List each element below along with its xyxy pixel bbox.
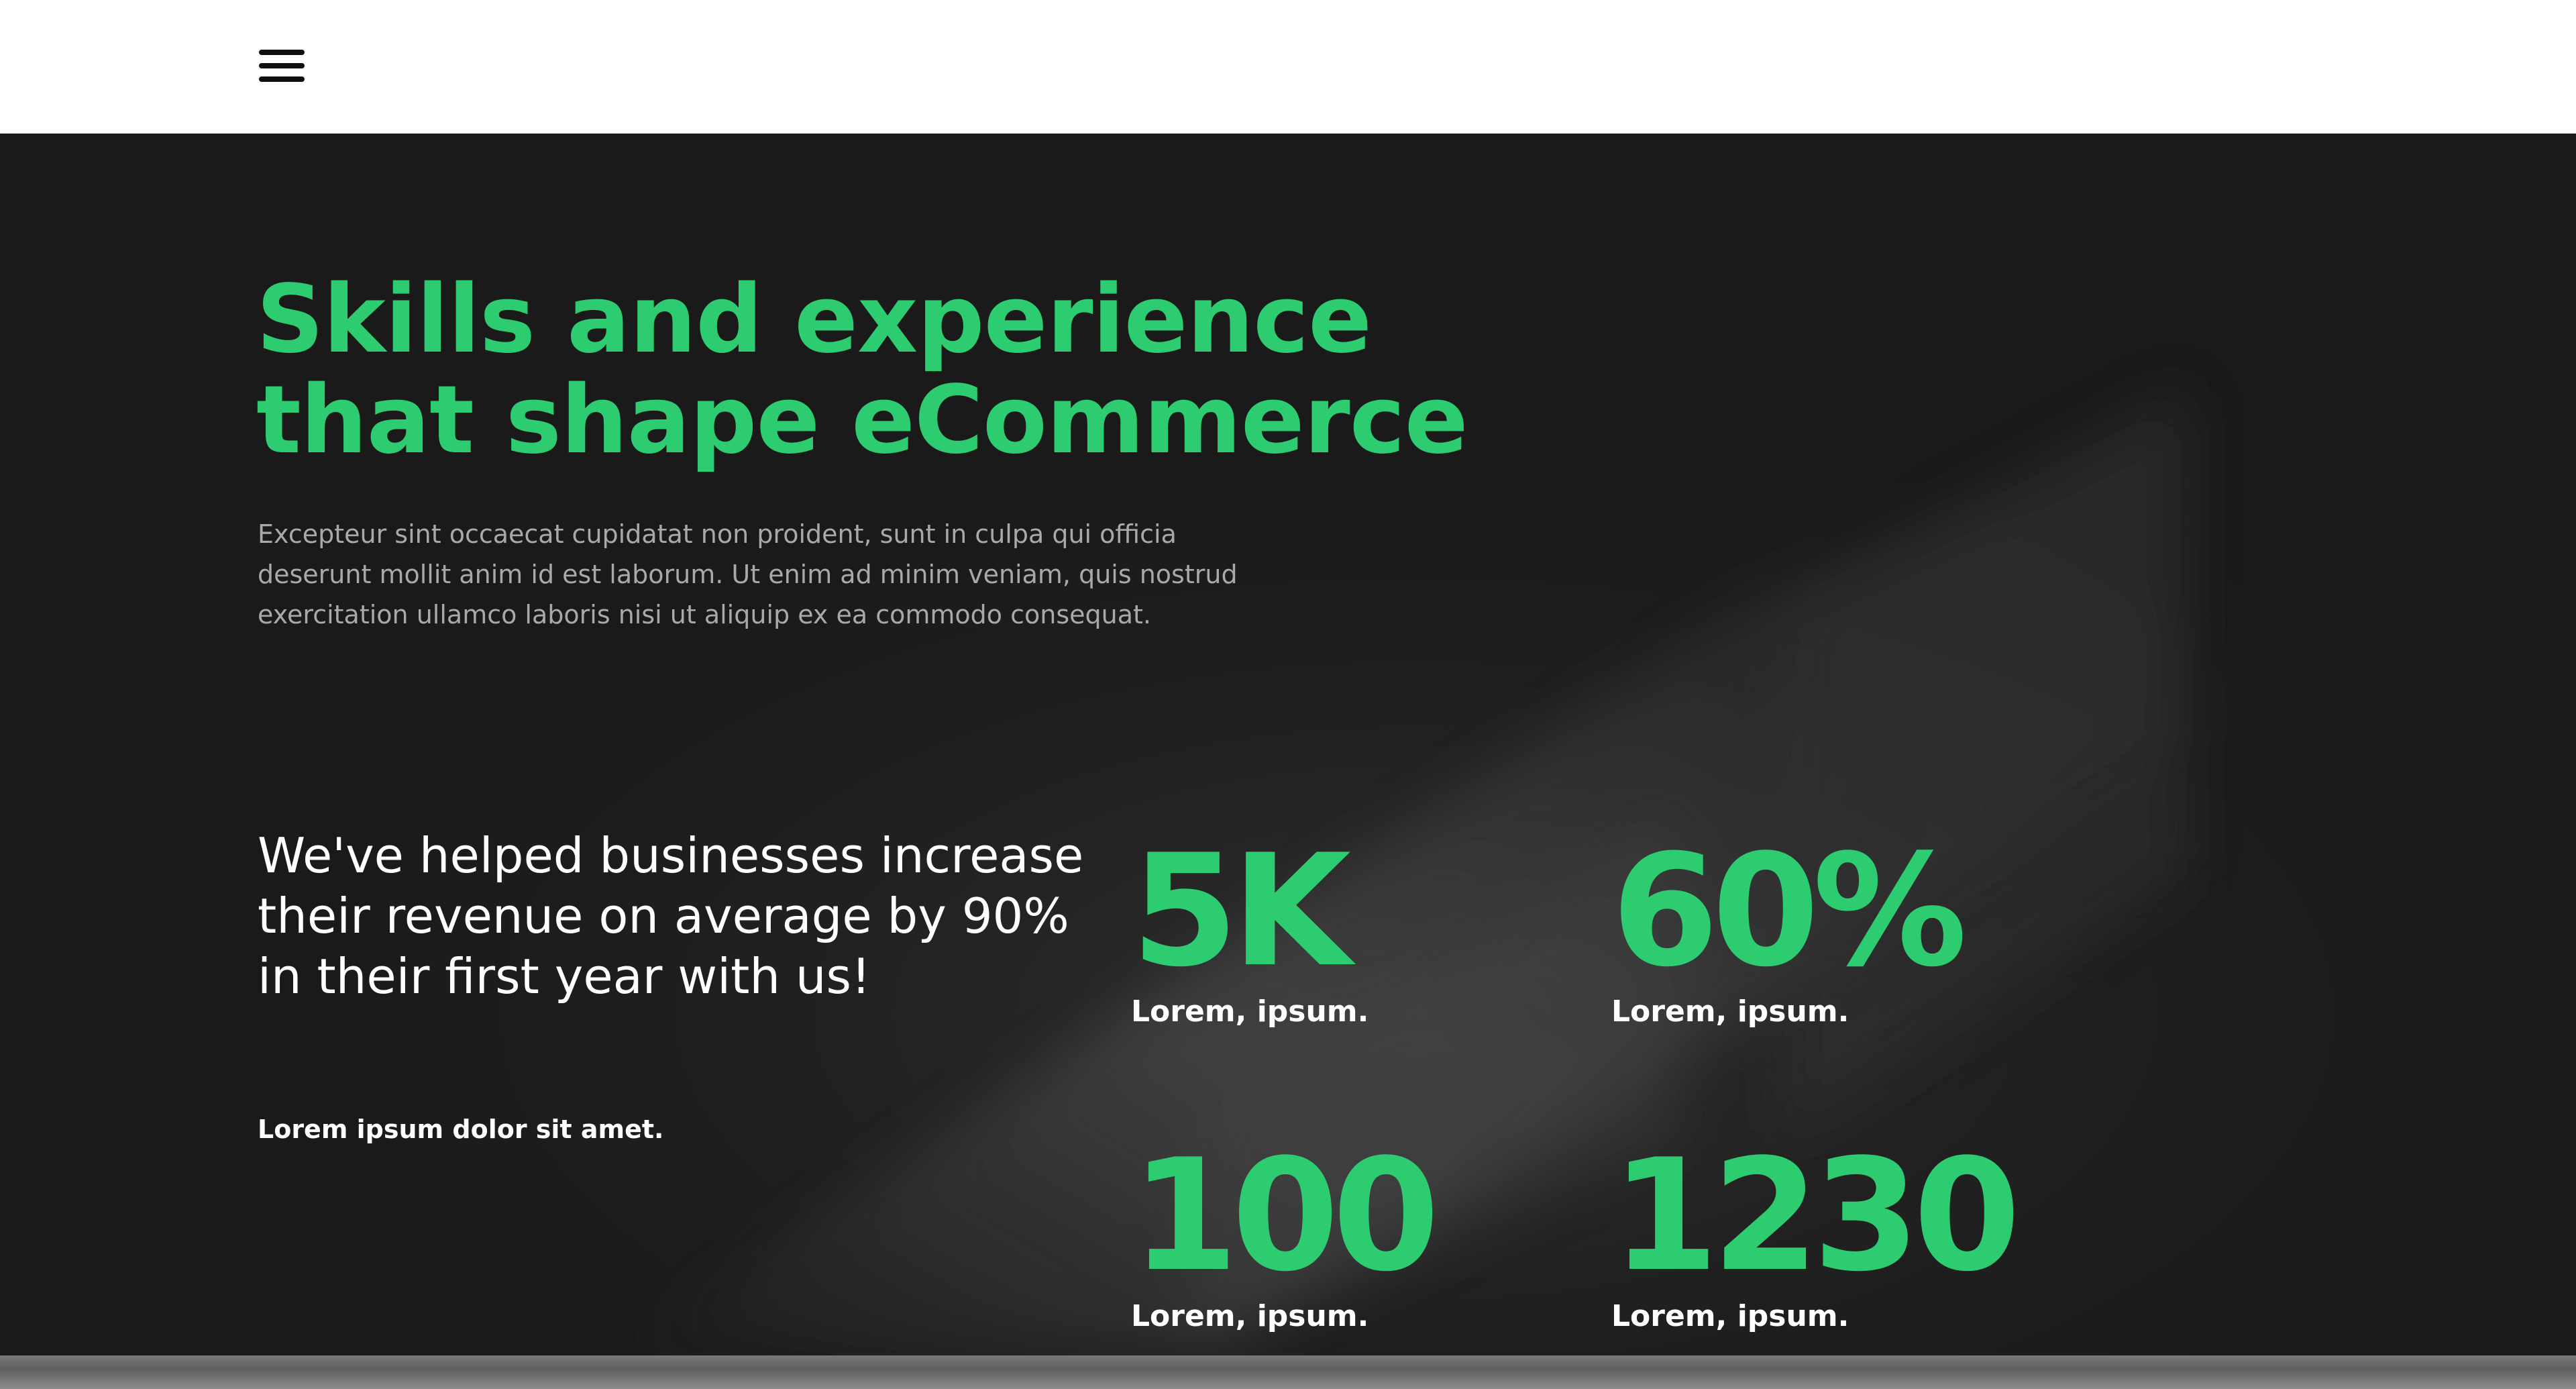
stat-value: 60% bbox=[1611, 822, 1968, 1001]
page: Skills and experience that shape eCommer… bbox=[0, 0, 2576, 1389]
hamburger-menu-icon[interactable] bbox=[259, 44, 306, 87]
stat-card: 100 Lorem, ipsum. bbox=[1131, 1139, 1560, 1335]
stat-card: 1230 Lorem, ipsum. bbox=[1611, 1139, 2041, 1335]
stat-card: 5K Lorem, ipsum. bbox=[1131, 835, 1560, 1031]
menu-bar-line bbox=[259, 50, 305, 55]
hero-title-line-1: Skills and experience bbox=[256, 265, 1372, 374]
hero-title: Skills and experience that shape eCommer… bbox=[256, 270, 1598, 471]
stat-value: 1230 bbox=[1611, 1127, 2021, 1306]
hero-title-line-2: that shape eCommerce bbox=[256, 366, 1468, 475]
top-navigation-bar bbox=[0, 0, 2576, 134]
menu-bar-line bbox=[259, 76, 305, 82]
stat-value: 5K bbox=[1131, 822, 1351, 1001]
next-section-edge bbox=[0, 1355, 2576, 1389]
stat-label: Lorem, ipsum. bbox=[1611, 994, 1849, 1029]
stat-label: Lorem, ipsum. bbox=[1131, 1299, 1369, 1333]
menu-bar-line bbox=[259, 63, 305, 68]
hero-description: Excepteur sint occaecat cupidatat non pr… bbox=[258, 519, 1238, 629]
stat-label: Lorem, ipsum. bbox=[1131, 994, 1369, 1029]
highlight-subtext: Lorem ipsum dolor sit amet. bbox=[258, 1115, 664, 1144]
stat-value: 100 bbox=[1131, 1127, 1440, 1306]
stat-card: 60% Lorem, ipsum. bbox=[1611, 835, 2041, 1031]
highlight-statement: We've helped businesses increase their r… bbox=[258, 827, 1084, 1005]
